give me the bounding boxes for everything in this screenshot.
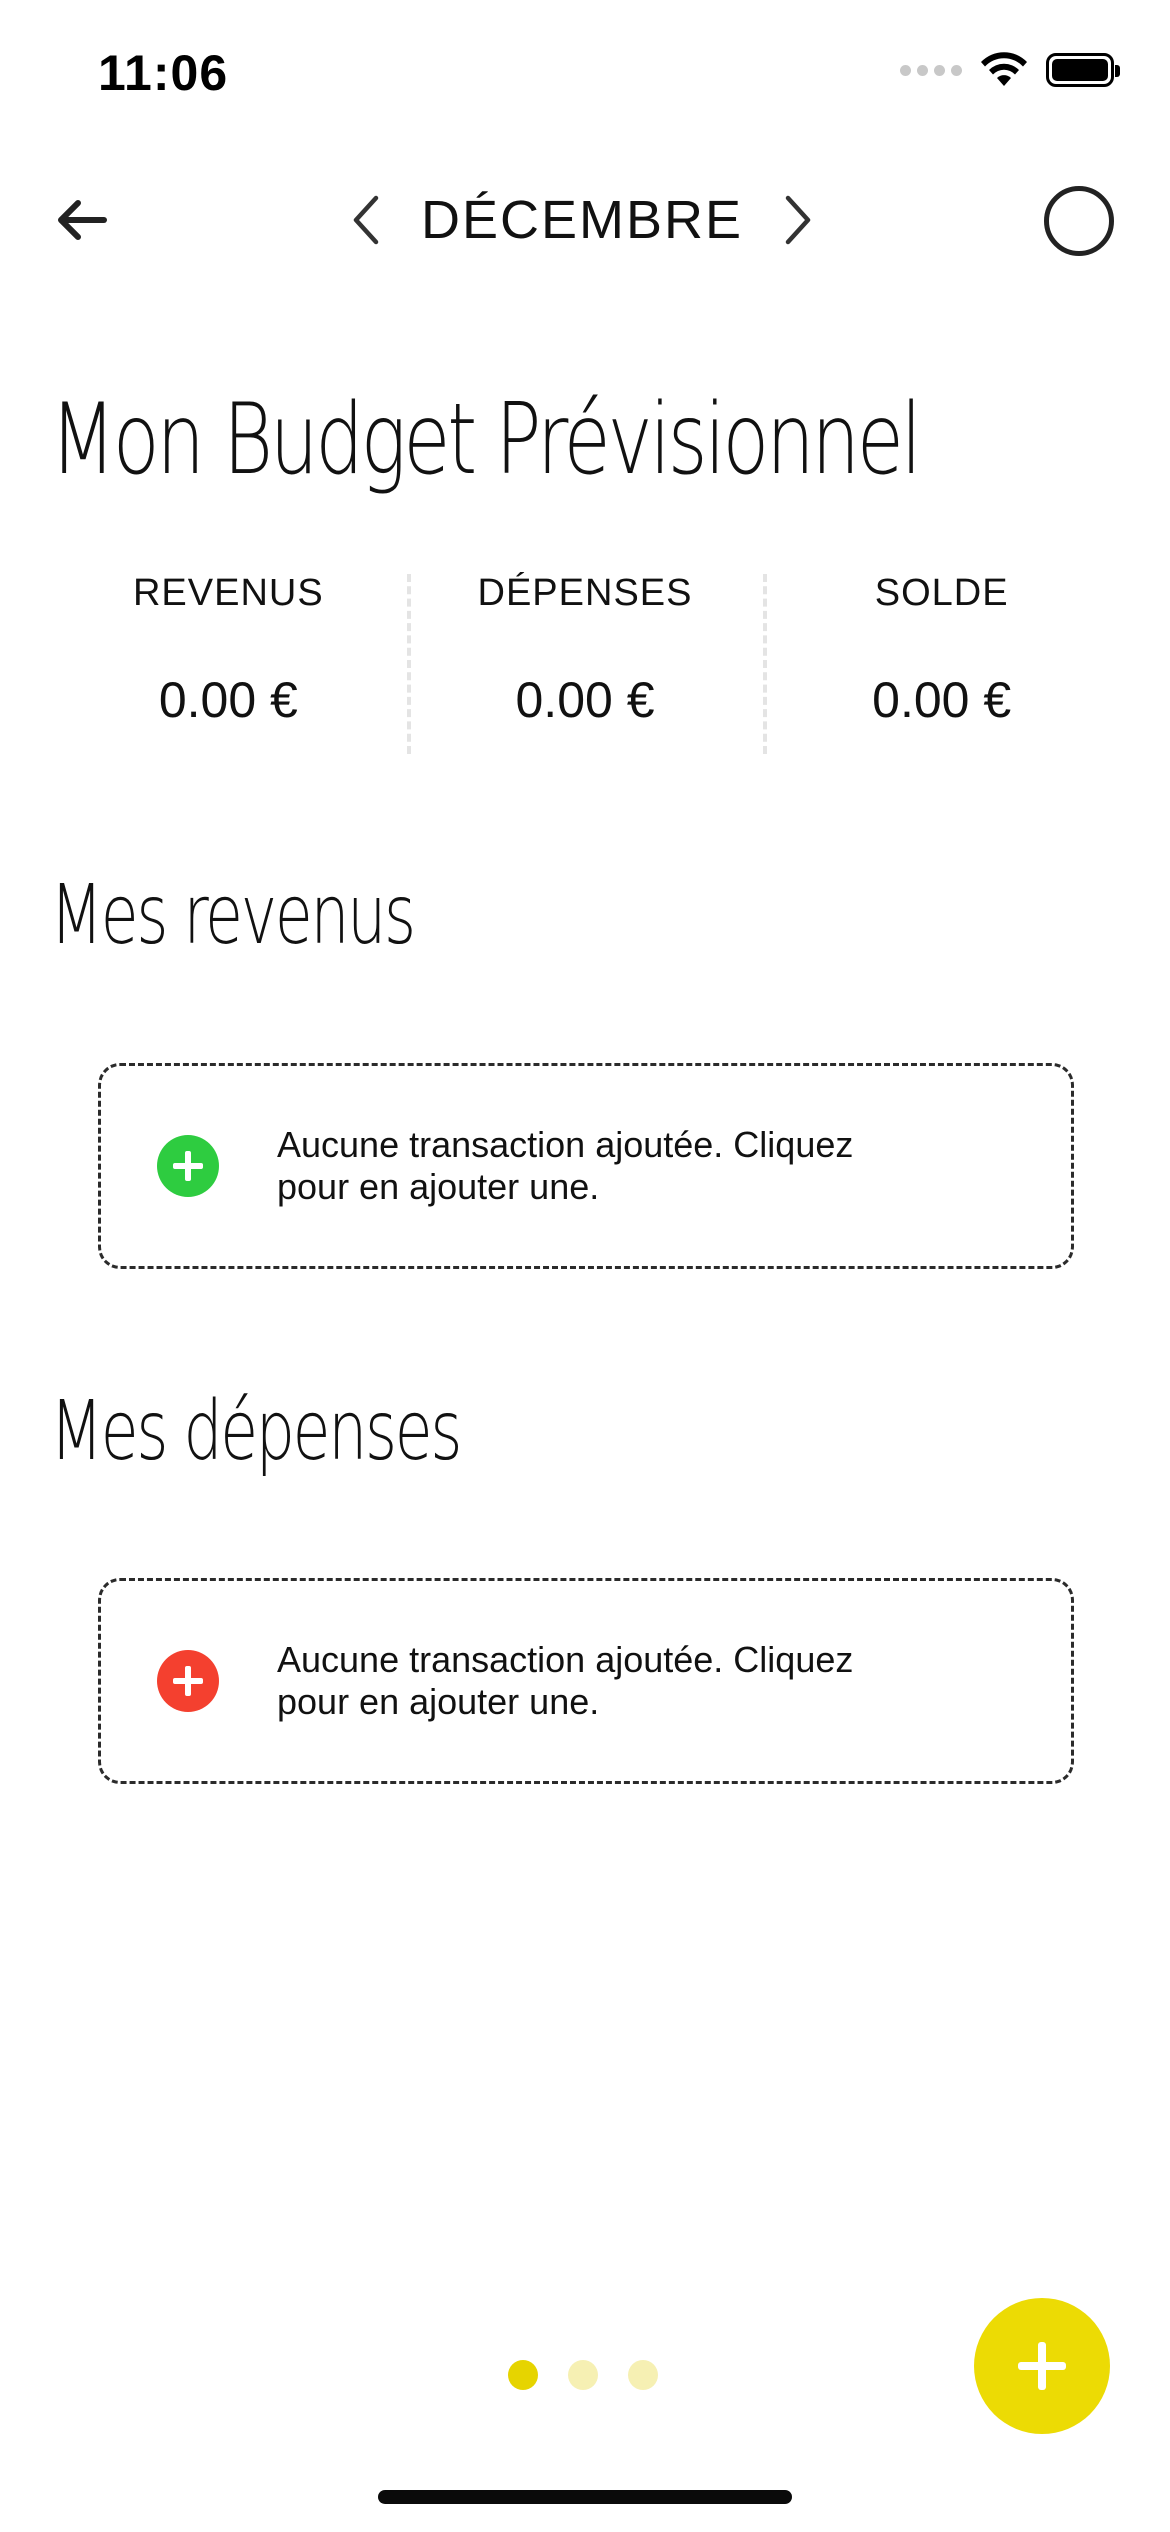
chevron-left-icon: [353, 195, 379, 245]
expenses-section-title: Mes dépenses: [50, 1384, 462, 1479]
status-bar: 11:06: [0, 0, 1170, 150]
summary-value: 0.00 €: [158, 672, 298, 728]
empty-income-text: Aucune transaction ajoutée. Cliquez pour…: [277, 1124, 854, 1207]
plus-circle-icon: [157, 1650, 219, 1712]
summary-value: 0.00 €: [515, 672, 655, 728]
previous-month-button[interactable]: [342, 188, 392, 252]
page-dot[interactable]: [628, 2360, 658, 2390]
wifi-icon: [981, 52, 1027, 86]
budget-summary: REVENUS 0.00 € DÉPENSES 0.00 € SOLDE 0.0…: [50, 560, 1120, 760]
page-dot[interactable]: [568, 2360, 598, 2390]
empty-expense-text: Aucune transaction ajoutée. Cliquez pour…: [277, 1639, 854, 1722]
page-dot[interactable]: [508, 2360, 538, 2390]
add-transaction-button[interactable]: [974, 2298, 1110, 2434]
nav-bar: DÉCEMBRE: [0, 170, 1170, 270]
summary-label: REVENUS: [132, 572, 324, 614]
summary-label: SOLDE: [874, 572, 1009, 614]
next-month-button[interactable]: [772, 188, 822, 252]
month-title: DÉCEMBRE: [420, 190, 744, 250]
income-section-title: Mes revenus: [50, 868, 416, 963]
arrow-left-icon: [58, 200, 107, 240]
circle-outline-icon[interactable]: [1044, 186, 1114, 256]
plus-circle-icon: [157, 1135, 219, 1197]
add-income-card[interactable]: Aucune transaction ajoutée. Cliquez pour…: [98, 1063, 1074, 1269]
chevron-right-icon: [785, 195, 811, 245]
status-icons: [900, 52, 1120, 88]
back-button[interactable]: [50, 188, 114, 252]
status-time: 11:06: [98, 45, 229, 101]
add-expense-card[interactable]: Aucune transaction ajoutée. Cliquez pour…: [98, 1578, 1074, 1784]
summary-label: DÉPENSES: [477, 572, 693, 614]
summary-expenses: DÉPENSES 0.00 €: [406, 560, 764, 760]
page-indicator: [508, 2360, 658, 2390]
summary-value: 0.00 €: [872, 672, 1012, 728]
home-indicator: [378, 2490, 792, 2504]
summary-balance: SOLDE 0.00 €: [763, 560, 1120, 760]
battery-icon: [1046, 53, 1120, 87]
cellular-signal-icon: [900, 64, 962, 76]
summary-income: REVENUS 0.00 €: [50, 560, 407, 760]
page-title: Mon Budget Prévisionnel: [50, 383, 922, 497]
